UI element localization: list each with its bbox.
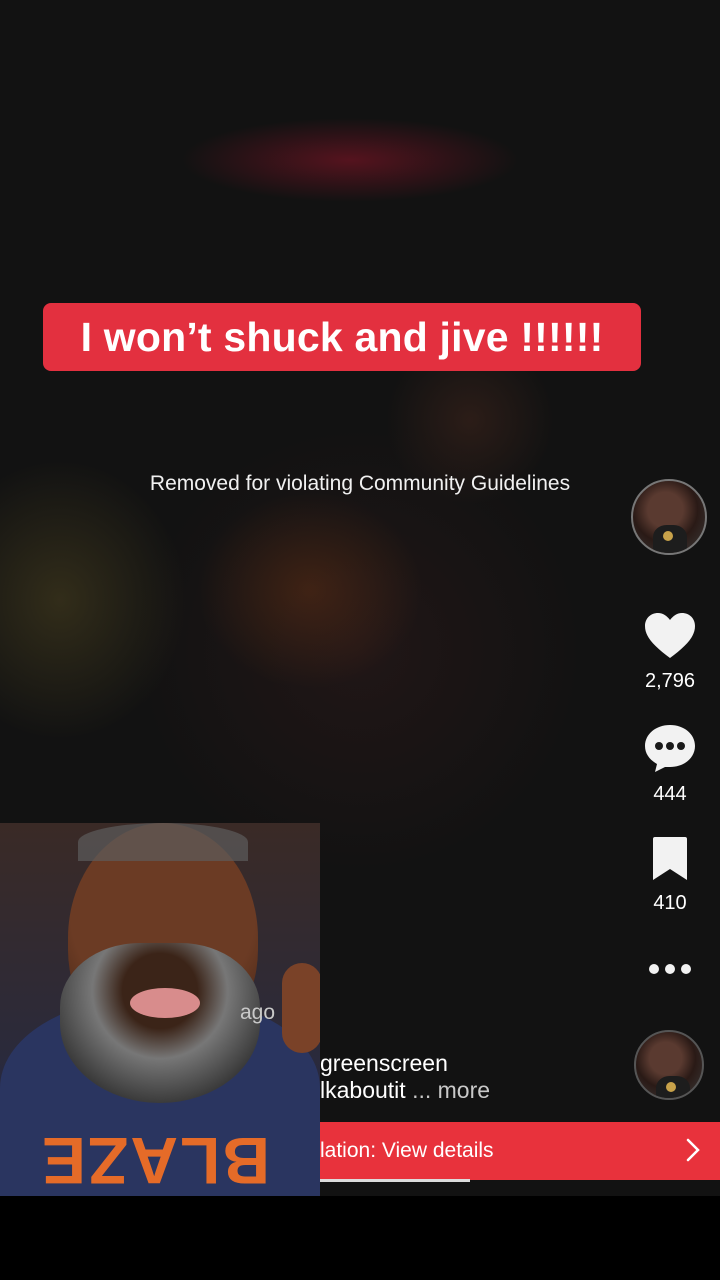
heart-icon <box>645 613 695 658</box>
save-button[interactable]: 410 <box>620 836 720 915</box>
more-link[interactable]: ... more <box>412 1077 490 1103</box>
sound-disc-avatar[interactable] <box>634 1030 704 1100</box>
more-options-button[interactable] <box>620 958 720 986</box>
shirt-print-graphic: BLAZE <box>40 1124 270 1196</box>
save-count: 410 <box>653 892 687 914</box>
time-ago-label: ago <box>240 1001 276 1024</box>
violation-banner[interactable]: lation: View details <box>320 1122 720 1180</box>
comment-count: 444 <box>653 783 687 805</box>
more-dots-icon <box>649 964 691 974</box>
creator-hair <box>78 823 248 861</box>
description-line-2[interactable]: lkaboutit ... more <box>320 1077 490 1104</box>
greenscreen-creator-video: BLAZE ago <box>0 823 320 1196</box>
creator-avatar[interactable] <box>631 479 707 555</box>
violation-text: lation: View details <box>320 1139 494 1162</box>
like-count: 2,796 <box>644 670 696 692</box>
like-button[interactable]: 2,796 <box>620 612 720 693</box>
chevron-right-icon <box>686 1138 700 1162</box>
caption-text: I won’t shuck and jive !!!!!! <box>80 313 604 360</box>
bottom-black-bar <box>0 1196 720 1280</box>
removed-notice: Removed for violating Community Guidelin… <box>149 472 571 495</box>
comment-button[interactable]: 444 <box>620 723 720 806</box>
creator-mouth <box>130 988 200 1018</box>
description-line-1: greenscreen <box>320 1050 448 1076</box>
description-text: lkaboutit <box>320 1077 406 1103</box>
video-caption-sticker: I won’t shuck and jive !!!!!! <box>43 303 641 371</box>
creator-hand <box>282 963 320 1053</box>
bookmark-icon <box>653 837 687 880</box>
avatar-logo <box>663 531 673 541</box>
video-progress-bar[interactable] <box>320 1179 470 1182</box>
creator-beard <box>60 943 260 1103</box>
comment-bubble-icon <box>645 725 695 772</box>
disc-logo <box>666 1082 676 1092</box>
